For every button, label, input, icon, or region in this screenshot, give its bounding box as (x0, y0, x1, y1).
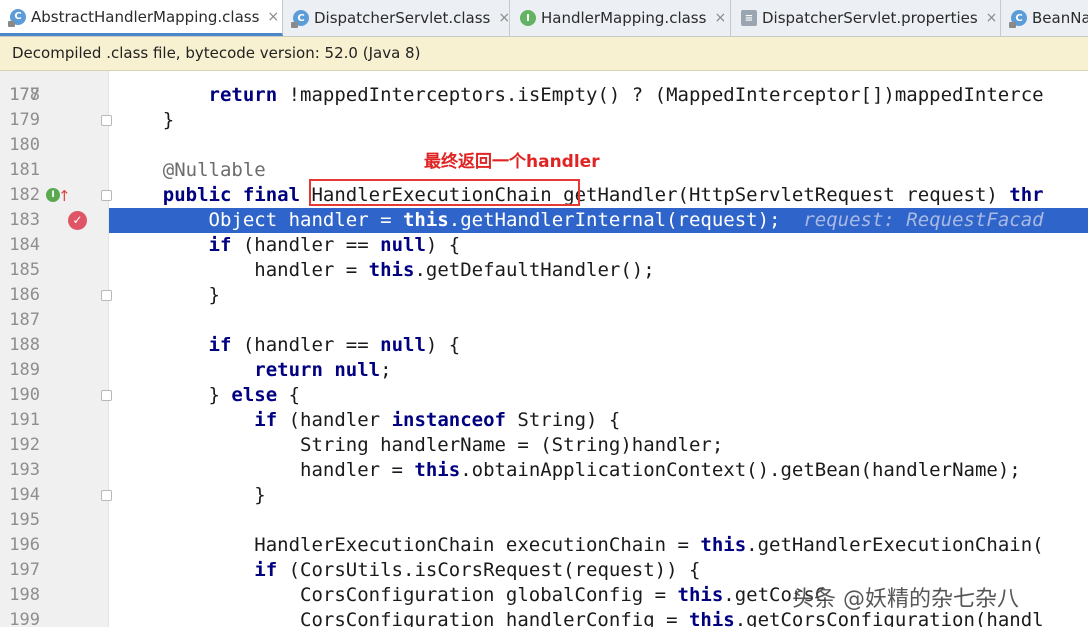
code-text[interactable]: } (117, 108, 174, 133)
watermark: 头条 @妖精的杂七杂八 (792, 587, 1019, 612)
code-line[interactable]: 185 handler = this.getDefaultHandler(); (0, 258, 1088, 283)
code-text[interactable]: if (handler == null) { (117, 333, 461, 358)
tab-label: AbstractHandlerMapping.class (31, 7, 260, 26)
line-number: 184 (9, 235, 40, 255)
tab-bean-name[interactable]: C BeanNa (1001, 0, 1088, 36)
code-text[interactable]: if (handler == null) { (117, 233, 461, 258)
line-number: 181 (9, 160, 40, 180)
fold-toggle-icon[interactable] (101, 290, 112, 301)
line-number: 178 (9, 85, 40, 105)
code-text[interactable]: public final HandlerExecutionChain getHa… (117, 183, 1044, 208)
code-line[interactable]: 194 } (0, 483, 1088, 508)
line-number: 186 (9, 285, 40, 305)
annotation-callout: 最终返回一个handler (424, 152, 600, 172)
tab-handler-mapping[interactable]: I HandlerMapping.class × (510, 0, 731, 36)
line-number: 190 (9, 385, 40, 405)
close-icon[interactable]: × (986, 10, 998, 26)
close-icon[interactable]: × (267, 9, 279, 25)
code-text[interactable]: @Nullable (117, 158, 266, 183)
line-number: 179 (9, 110, 40, 130)
fold-toggle-icon[interactable] (101, 190, 112, 201)
line-number: 180 (9, 135, 40, 155)
code-editor[interactable]: 177 178 return !mappedInterceptors.isEmp… (0, 71, 1088, 627)
code-line[interactable]: 192 String handlerName = (String)handler… (0, 433, 1088, 458)
code-line-partial: 177 (0, 71, 1088, 105)
close-icon[interactable]: × (498, 10, 509, 26)
line-number: 191 (9, 410, 40, 430)
code-text[interactable]: if (CorsUtils.isCorsRequest(request)) { (117, 558, 700, 583)
code-line[interactable]: 197 if (CorsUtils.isCorsRequest(request)… (0, 558, 1088, 583)
fold-toggle-icon[interactable] (101, 490, 112, 501)
tab-label: BeanNa (1032, 9, 1088, 27)
breakpoint-icon[interactable]: ✓ (68, 211, 87, 230)
code-line[interactable]: 179 } (0, 108, 1088, 133)
tab-dispatcher-servlet-properties[interactable]: ≡ DispatcherServlet.properties × (731, 0, 1001, 36)
code-line[interactable]: 187 (0, 308, 1088, 333)
line-number: 194 (9, 485, 40, 505)
code-text[interactable]: return !mappedInterceptors.isEmpty() ? (… (117, 83, 1044, 108)
class-file-icon: C (291, 10, 309, 28)
tab-label: HandlerMapping.class (541, 9, 707, 27)
line-number: 185 (9, 260, 40, 280)
code-text[interactable]: Object handler = this.getHandlerInternal… (117, 208, 1044, 233)
code-line[interactable]: 193 handler = this.obtainApplicationCont… (0, 458, 1088, 483)
fold-toggle-icon[interactable] (101, 390, 112, 401)
tab-dispatcher-servlet[interactable]: C DispatcherServlet.class × (283, 0, 510, 36)
code-line[interactable]: 188 if (handler == null) { (0, 333, 1088, 358)
code-text[interactable]: handler = this.getDefaultHandler(); (117, 258, 654, 283)
tab-label: DispatcherServlet.properties (762, 9, 978, 27)
class-file-icon: C (1009, 10, 1027, 28)
tab-label: DispatcherServlet.class (314, 9, 491, 27)
line-number: 192 (9, 435, 40, 455)
code-text[interactable]: } (117, 283, 220, 308)
class-file-icon: C (8, 8, 26, 27)
fold-toggle-icon[interactable] (101, 115, 112, 126)
code-line[interactable]: 178 return !mappedInterceptors.isEmpty()… (0, 83, 1088, 108)
code-text[interactable]: CorsConfiguration globalConfig = this.ge… (117, 583, 826, 608)
code-line[interactable]: 184 if (handler == null) { (0, 233, 1088, 258)
code-line[interactable]: 195 (0, 508, 1088, 533)
tab-abstract-handler-mapping[interactable]: C AbstractHandlerMapping.class × (0, 0, 283, 36)
code-text[interactable]: HandlerExecutionChain executionChain = t… (117, 533, 1043, 558)
line-number: 197 (9, 560, 40, 580)
editor-tab-bar: C AbstractHandlerMapping.class × C Dispa… (0, 0, 1088, 37)
line-number: 183 (9, 210, 40, 230)
close-icon[interactable]: × (714, 10, 726, 26)
line-number: 196 (9, 535, 40, 555)
line-number: 195 (9, 510, 40, 530)
properties-file-icon: ≡ (741, 10, 757, 26)
line-number: 189 (9, 360, 40, 380)
overrides-arrow-icon[interactable]: ↑ (58, 184, 71, 209)
code-line[interactable]: 186 } (0, 283, 1088, 308)
code-text[interactable]: } (117, 483, 265, 508)
code-text[interactable]: return null; (117, 358, 391, 383)
line-number: 198 (9, 585, 40, 605)
code-text[interactable]: if (handler instanceof String) { (117, 408, 620, 433)
line-number: 188 (9, 335, 40, 355)
line-number: 193 (9, 460, 40, 480)
interface-file-icon: I (520, 10, 536, 26)
code-line[interactable]: 182 I ↑ public final HandlerExecutionChain… (0, 183, 1088, 208)
code-line[interactable]: 196 HandlerExecutionChain executionChain… (0, 533, 1088, 558)
code-text[interactable]: String handlerName = (String)handler; (117, 433, 723, 458)
code-text[interactable]: handler = this.obtainApplicationContext(… (117, 458, 1021, 483)
code-text[interactable]: } else { (117, 383, 301, 408)
line-number: 187 (9, 310, 40, 330)
code-line[interactable]: 191 if (handler instanceof String) { (0, 408, 1088, 433)
code-line[interactable]: 190 } else { (0, 383, 1088, 408)
code-line[interactable]: 183 ✓ Object handler = this.getHandlerInt… (0, 208, 1088, 233)
decompiled-notice-banner: Decompiled .class file, bytecode version… (0, 37, 1088, 71)
line-number: 199 (9, 610, 40, 627)
line-number: 182 (9, 185, 40, 205)
code-line[interactable]: 189 return null; (0, 358, 1088, 383)
